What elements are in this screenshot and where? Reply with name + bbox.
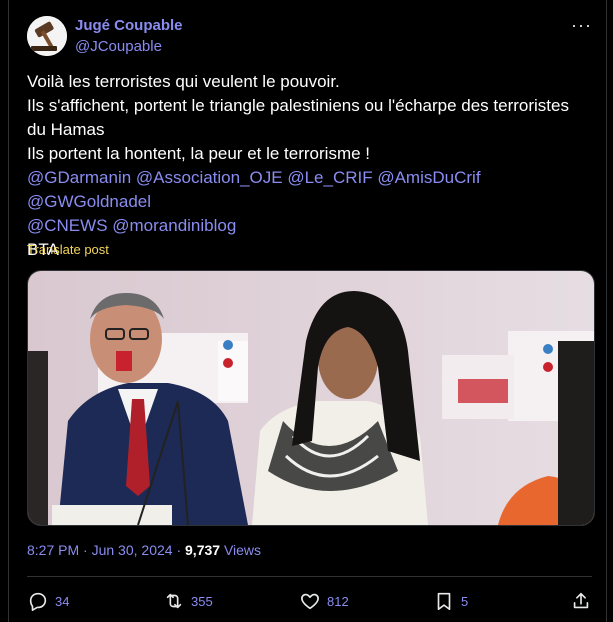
tweet-time[interactable]: 8:27 PM <box>27 542 79 558</box>
tweet-line: Voilà les terroristes qui veulent le pou… <box>27 72 340 91</box>
tweet-meta: 8:27 PM · Jun 30, 2024 · 9,737 Views <box>27 542 261 558</box>
views-count: 9,737 <box>185 542 221 558</box>
tweet-line: du Hamas <box>27 120 105 139</box>
tweet-line: Ils s'affichent, portent le triangle pal… <box>27 96 569 115</box>
avatar[interactable] <box>27 16 67 56</box>
reply-count: 34 <box>55 593 70 609</box>
meta-separator: · <box>83 542 92 558</box>
bookmark-icon <box>437 592 451 611</box>
views-label: Views <box>223 542 262 558</box>
share-button[interactable] <box>570 588 592 614</box>
tweet-line: Ils portent la hontent, la peur et le te… <box>27 144 371 163</box>
tweet-photo[interactable] <box>27 270 595 526</box>
tweet-card: Jugé Coupable @JCoupable ··· Voilà les t… <box>8 0 607 622</box>
translate-link[interactable]: Translate post <box>27 242 109 257</box>
more-dots-icon[interactable]: ··· <box>571 15 592 36</box>
gavel-icon <box>27 16 67 56</box>
mentions-line[interactable]: @GDarmanin @Association_OJE @Le_CRIF @Am… <box>27 166 597 214</box>
bookmark-button[interactable]: 5 <box>433 588 468 614</box>
repost-button[interactable]: 355 <box>163 588 213 614</box>
display-name[interactable]: Jugé Coupable <box>75 17 183 34</box>
mentions-line[interactable]: @CNEWS @morandiniblog <box>27 214 597 238</box>
repost-count: 355 <box>191 593 213 609</box>
tweet-tail: BTA <box>27 240 59 259</box>
share-icon <box>573 592 589 609</box>
tweet-date[interactable]: Jun 30, 2024 <box>92 542 173 558</box>
reply-button[interactable]: 34 <box>27 588 69 614</box>
heart-icon <box>301 593 319 610</box>
reply-icon <box>29 592 47 611</box>
repost-icon <box>166 593 182 609</box>
photo-image <box>28 271 594 525</box>
action-bar: 34 355 812 5 <box>27 588 592 614</box>
tweet-text: Voilà les terroristes qui veulent le pou… <box>27 70 597 262</box>
bookmark-count: 5 <box>461 593 469 609</box>
divider <box>27 576 592 577</box>
like-count: 812 <box>327 593 349 609</box>
like-button[interactable]: 812 <box>299 588 349 614</box>
meta-separator: · <box>176 542 186 558</box>
user-handle[interactable]: @JCoupable <box>75 38 162 55</box>
